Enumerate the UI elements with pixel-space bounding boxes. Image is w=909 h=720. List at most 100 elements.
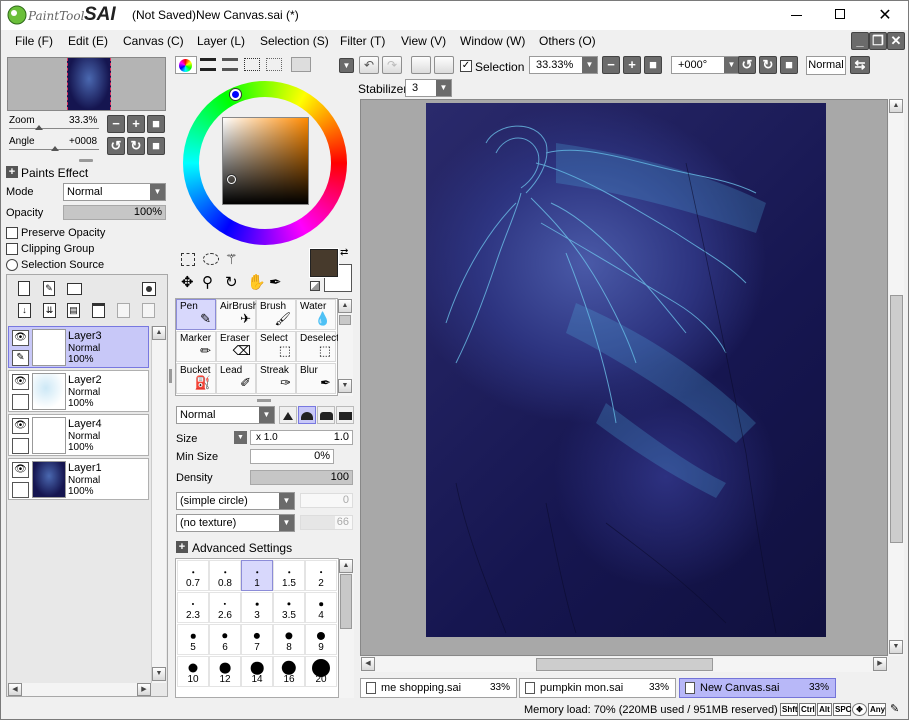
preserve-opacity-checkbox[interactable]: [6, 227, 18, 239]
tool-scroll-down-button[interactable]: ▼: [338, 379, 352, 393]
visibility-eye-icon[interactable]: 👁: [12, 374, 29, 390]
brush-size-option[interactable]: 8: [273, 624, 305, 655]
move-icon[interactable]: ✥: [181, 273, 194, 291]
tool-eraser[interactable]: Eraser ⌫: [216, 331, 256, 362]
tool-marker[interactable]: Marker ✏: [176, 331, 216, 362]
min-size-slider[interactable]: 0%: [250, 449, 334, 464]
zoom-tool-icon[interactable]: ⚲: [202, 273, 213, 291]
layer-item[interactable]: 👁 Layer4 Normal 100%: [8, 414, 149, 456]
doc-close-button[interactable]: ✕: [887, 32, 905, 50]
advanced-settings-label[interactable]: Advanced Settings: [192, 541, 292, 555]
brush-shape-select[interactable]: (simple circle) ▼: [176, 492, 295, 510]
tip-sharp-icon[interactable]: [279, 406, 297, 424]
scroll-left-button[interactable]: ◀: [8, 683, 22, 696]
size-slider[interactable]: x 1.0 1.0: [250, 430, 353, 445]
redo-button[interactable]: ↷: [382, 56, 402, 74]
merge-down-icon[interactable]: ⇊: [43, 303, 56, 318]
toolbar-zoom-in-button[interactable]: +: [623, 56, 641, 74]
layer-scrollbar[interactable]: ▲ ▼: [151, 326, 166, 683]
tip-flat-icon[interactable]: [317, 406, 335, 424]
menu-filter[interactable]: Filter (T): [340, 34, 385, 48]
canvas-vscroll-thumb[interactable]: [890, 295, 903, 543]
scratchpad-tab[interactable]: [266, 58, 282, 71]
layer-item[interactable]: 👁 ✎ Layer3 Normal 100%: [8, 326, 149, 368]
canvas-scroll-left-button[interactable]: ◀: [361, 657, 375, 671]
canvas-workspace[interactable]: [360, 99, 888, 656]
toolbar-zoom-out-button[interactable]: −: [602, 56, 620, 74]
brush-size-option[interactable]: 7: [241, 624, 273, 655]
color-settings-tab[interactable]: [291, 57, 311, 72]
stabilizer-select[interactable]: 3 ▼: [405, 79, 452, 97]
brush-size-option[interactable]: 1: [241, 560, 273, 591]
tool-water[interactable]: Water 💧: [296, 299, 336, 330]
clear-layer-icon[interactable]: ▤: [67, 303, 80, 318]
panel-grip[interactable]: [79, 159, 93, 162]
saturation-value-square[interactable]: [222, 117, 309, 205]
document-tab-active[interactable]: New Canvas.sai 33%: [679, 678, 836, 698]
tool-scroll-up-button[interactable]: ▲: [338, 299, 352, 313]
new-folder-icon[interactable]: [67, 283, 82, 295]
canvas-hscrollbar[interactable]: ◀ ▶: [360, 657, 888, 672]
toolbar-rotate-ccw-button[interactable]: ↺: [738, 56, 756, 74]
hsv-slider-tab[interactable]: [222, 58, 238, 71]
brush-size-option[interactable]: 9: [305, 624, 337, 655]
doc-restore-button[interactable]: ❐: [869, 32, 887, 50]
doc-minimize-button[interactable]: _: [851, 32, 869, 50]
swap-colors-icon[interactable]: ⇄: [340, 247, 348, 258]
close-button[interactable]: ✕: [873, 5, 897, 25]
menu-layer[interactable]: Layer (L): [197, 34, 245, 48]
brush-size-option[interactable]: 1.5: [273, 560, 305, 591]
tool-streak[interactable]: Streak ✑: [256, 363, 296, 394]
new-layer-icon[interactable]: [18, 281, 30, 296]
document-tab[interactable]: pumpkin mon.sai 33%: [519, 678, 676, 698]
toolbar-rotate-reset-button[interactable]: ■: [780, 56, 798, 74]
hand-icon[interactable]: ✋: [247, 273, 266, 291]
maximize-button[interactable]: [829, 7, 853, 23]
minimize-button[interactable]: [785, 7, 809, 23]
paste-layer-icon[interactable]: [142, 303, 155, 318]
toolbar-zoom-reset-button[interactable]: ■: [644, 56, 662, 74]
canvas-scroll-right-button[interactable]: ▶: [873, 657, 887, 671]
menu-file[interactable]: File (F): [15, 34, 53, 48]
rotate-tool-icon[interactable]: ↻: [225, 273, 238, 291]
zoom-out-button[interactable]: −: [107, 115, 125, 133]
visibility-eye-icon[interactable]: 👁: [12, 330, 29, 346]
tip-round-icon[interactable]: [298, 406, 316, 424]
panel-splitter[interactable]: [169, 369, 172, 383]
brush-size-option[interactable]: 6: [209, 624, 241, 655]
zoom-in-button[interactable]: +: [127, 115, 145, 133]
zoom-reset-button[interactable]: ■: [147, 115, 165, 133]
menu-window[interactable]: Window (W): [460, 34, 525, 48]
sv-marker[interactable]: [227, 175, 236, 184]
brush-size-option[interactable]: 4: [305, 592, 337, 623]
tool-pen[interactable]: Pen ✎: [176, 299, 216, 330]
tool-scrollbar[interactable]: ▲ ▼: [338, 299, 353, 396]
visibility-eye-icon[interactable]: 👁: [12, 418, 29, 434]
tool-brush[interactable]: Brush 🖌: [256, 299, 296, 330]
magic-wand-icon[interactable]: ⚚: [225, 251, 238, 268]
brush-size-option[interactable]: 3.5: [273, 592, 305, 623]
brush-size-option[interactable]: 20: [305, 656, 337, 687]
canvas[interactable]: [426, 103, 826, 637]
canvas-scroll-up-button[interactable]: ▲: [889, 99, 903, 113]
tool-panel-grip[interactable]: [257, 399, 271, 402]
invert-selection-button[interactable]: [434, 56, 454, 74]
brush-size-option[interactable]: 3: [241, 592, 273, 623]
zoom-select[interactable]: 33.33% ▼: [529, 56, 598, 74]
flip-horizontal-button[interactable]: ⇆: [850, 56, 870, 74]
rgb-slider-tab[interactable]: [200, 58, 216, 71]
toolbar-menu-button[interactable]: ▼: [339, 58, 354, 73]
copy-layer-icon[interactable]: [117, 303, 130, 318]
advanced-expand-icon[interactable]: +: [176, 541, 188, 553]
selection-source-radio[interactable]: [6, 259, 18, 271]
rotate-cw-button[interactable]: ↻: [127, 137, 145, 155]
rotation-select[interactable]: +000° ▼: [671, 56, 740, 74]
tool-deselect[interactable]: Deselect ⬚: [296, 331, 339, 362]
brush-size-option[interactable]: 14: [241, 656, 273, 687]
eyedropper-icon[interactable]: ✒: [269, 273, 282, 291]
clipping-group-checkbox[interactable]: [6, 243, 18, 255]
tool-scroll-thumb[interactable]: [339, 315, 351, 325]
layer-lock-checkbox[interactable]: ✎: [12, 350, 29, 366]
rect-select-icon[interactable]: [181, 253, 195, 266]
undo-button[interactable]: ↶: [359, 56, 379, 74]
